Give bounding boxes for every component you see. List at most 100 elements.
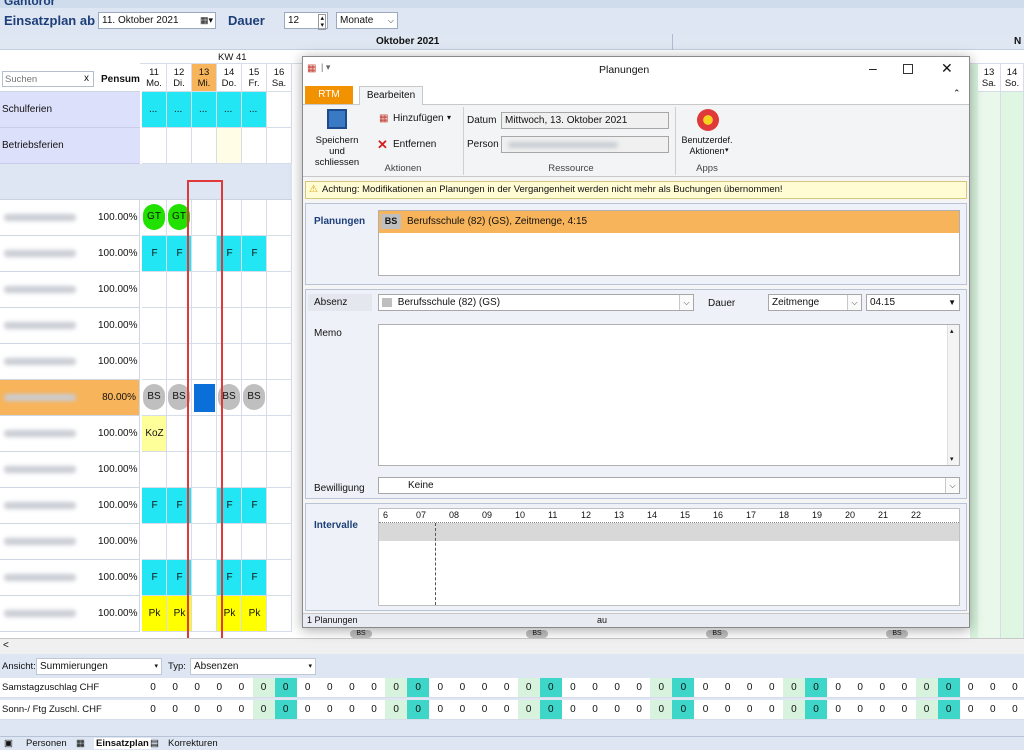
tab-bearbeiten[interactable]: Bearbeiten	[359, 86, 423, 105]
schedule-cell[interactable]	[267, 524, 292, 560]
start-date-field[interactable]: 11. Oktober 2021 ▦▾	[98, 12, 216, 29]
korrekturen-icon[interactable]: ▤	[150, 738, 159, 749]
day-header-right-13[interactable]: 13 Sa.	[978, 64, 1001, 92]
tab-personen[interactable]: Personen	[26, 738, 67, 749]
memo-scrollbar[interactable]: ▴ ▾	[947, 325, 959, 465]
schedule-cell[interactable]	[267, 344, 292, 380]
schedule-cell[interactable]	[267, 596, 292, 632]
add-dropdown-icon[interactable]: ▾	[447, 113, 451, 122]
schedule-cell[interactable]: GT	[142, 200, 167, 236]
dauer-value-field[interactable]: 04.15 ▼	[866, 294, 960, 311]
special-row-cell[interactable]	[267, 92, 292, 128]
schedule-cell[interactable]: F	[242, 488, 267, 524]
unit-select[interactable]: Monate ⌵	[336, 12, 398, 29]
schedule-cell[interactable]	[267, 380, 292, 416]
schedule-cell[interactable]	[142, 524, 167, 560]
scroll-down-icon[interactable]: ▾	[950, 455, 954, 463]
personen-icon[interactable]: ▣	[4, 738, 13, 749]
schedule-cell[interactable]	[267, 236, 292, 272]
timeline[interactable]: 6 07 08 09 10 11 12 13 14 15 16 17 18 19 20 21 22	[378, 508, 960, 606]
minimize-icon[interactable]: –	[869, 60, 877, 76]
scroll-up-icon[interactable]: ▴	[950, 327, 954, 335]
staff-name[interactable]	[0, 596, 98, 632]
schedule-cell[interactable]	[267, 416, 292, 452]
special-row-cell[interactable]: ...	[142, 92, 167, 128]
bewilligung-select[interactable]: Keine ⌵	[378, 477, 960, 494]
quick-access-icon[interactable]: | ▾	[321, 62, 330, 73]
staff-name[interactable]	[0, 488, 98, 524]
special-row-cell[interactable]: ...	[217, 92, 242, 128]
day-header-14[interactable]: 14 Do.	[217, 64, 242, 92]
search-input[interactable]	[3, 72, 77, 86]
day-header-right-14[interactable]: 14 So.	[1001, 64, 1024, 92]
staff-name[interactable]	[0, 560, 98, 596]
tab-rtm[interactable]: RTM	[305, 86, 353, 104]
remove-button[interactable]: Entfernen	[393, 139, 436, 150]
search-clear-button[interactable]: x	[84, 73, 89, 84]
day-header-13[interactable]: 13 Mi.	[192, 64, 217, 92]
schedule-cell[interactable]	[142, 344, 167, 380]
maximize-icon[interactable]	[903, 64, 913, 74]
special-row-cell[interactable]	[142, 128, 167, 164]
schedule-cell[interactable]	[242, 200, 267, 236]
staff-name[interactable]	[0, 308, 98, 344]
special-row-cell[interactable]: ...	[192, 92, 217, 128]
schedule-cell[interactable]	[242, 272, 267, 308]
special-row-cell[interactable]	[217, 128, 242, 164]
special-row-cell[interactable]: ...	[167, 92, 192, 128]
planungen-list[interactable]: BS Berufsschule (82) (GS), Zeitmenge, 4:…	[378, 210, 960, 276]
schedule-cell[interactable]	[267, 452, 292, 488]
schedule-cell[interactable]: F	[242, 236, 267, 272]
schedule-cell[interactable]	[267, 200, 292, 236]
schedule-cell[interactable]	[142, 308, 167, 344]
einsatzplan-icon[interactable]: ▦	[76, 738, 85, 749]
scroll-left-icon[interactable]: <	[3, 640, 9, 651]
schedule-cell[interactable]	[267, 488, 292, 524]
planung-item[interactable]: BS Berufsschule (82) (GS), Zeitmenge, 4:…	[379, 211, 959, 233]
add-button[interactable]: Hinzufügen	[393, 113, 444, 124]
ansicht-select[interactable]: Summierungen ▾	[36, 658, 162, 675]
schedule-cell[interactable]: Pk	[142, 596, 167, 632]
staff-name[interactable]	[0, 524, 98, 560]
schedule-cell[interactable]: F	[142, 488, 167, 524]
schedule-cell[interactable]	[242, 524, 267, 560]
special-row-cell[interactable]: ...	[242, 92, 267, 128]
staff-name[interactable]	[0, 380, 98, 416]
schedule-cell[interactable]	[142, 272, 167, 308]
schedule-cell[interactable]: F	[142, 236, 167, 272]
day-header-12[interactable]: 12 Di.	[167, 64, 192, 92]
tab-einsatzplan[interactable]: Einsatzplan	[94, 738, 151, 749]
schedule-cell[interactable]	[242, 452, 267, 488]
special-row-cell[interactable]	[192, 128, 217, 164]
schedule-cell[interactable]	[242, 416, 267, 452]
schedule-cell[interactable]	[142, 452, 167, 488]
special-row-cell[interactable]	[167, 128, 192, 164]
dauer-type-select[interactable]: Zeitmenge ⌵	[768, 294, 862, 311]
schedule-cell[interactable]	[242, 344, 267, 380]
staff-name[interactable]	[0, 272, 98, 308]
day-header-11[interactable]: 11 Mo.	[142, 64, 167, 92]
schedule-cell[interactable]	[267, 560, 292, 596]
collapse-ribbon-icon[interactable]: ⌃	[953, 88, 961, 99]
tab-korrekturen[interactable]: Korrekturen	[168, 738, 218, 749]
staff-name[interactable]	[0, 452, 98, 488]
dropdown-arrow-icon[interactable]: ▼	[948, 295, 956, 310]
schedule-cell[interactable]	[267, 272, 292, 308]
custom-actions-button[interactable]: Benutzerdef. Aktionen ▾	[679, 107, 735, 161]
day-header-16[interactable]: 16 Sa.	[267, 64, 292, 92]
spinner-arrows-icon[interactable]: ▴ ▾	[318, 14, 326, 30]
memo-textarea[interactable]: ▴ ▾	[378, 324, 960, 466]
calendar-dropdown-icon[interactable]: ▦▾	[200, 13, 213, 28]
typ-select[interactable]: Absenzen ▾	[190, 658, 316, 675]
day-header-15[interactable]: 15 Fr.	[242, 64, 267, 92]
schedule-cell[interactable]: BS	[142, 380, 167, 416]
dialog-titlebar[interactable]: ▦ | ▾ Planungen – ✕	[303, 57, 969, 83]
search-box[interactable]: x	[2, 71, 94, 87]
horizontal-scrollbar[interactable]: <	[0, 638, 1024, 654]
schedule-cell[interactable]: F	[242, 560, 267, 596]
staff-name[interactable]	[0, 416, 98, 452]
schedule-cell[interactable]: Pk	[242, 596, 267, 632]
schedule-cell[interactable]	[242, 308, 267, 344]
special-row-cell[interactable]	[242, 128, 267, 164]
schedule-cell[interactable]: KoZ	[142, 416, 167, 452]
